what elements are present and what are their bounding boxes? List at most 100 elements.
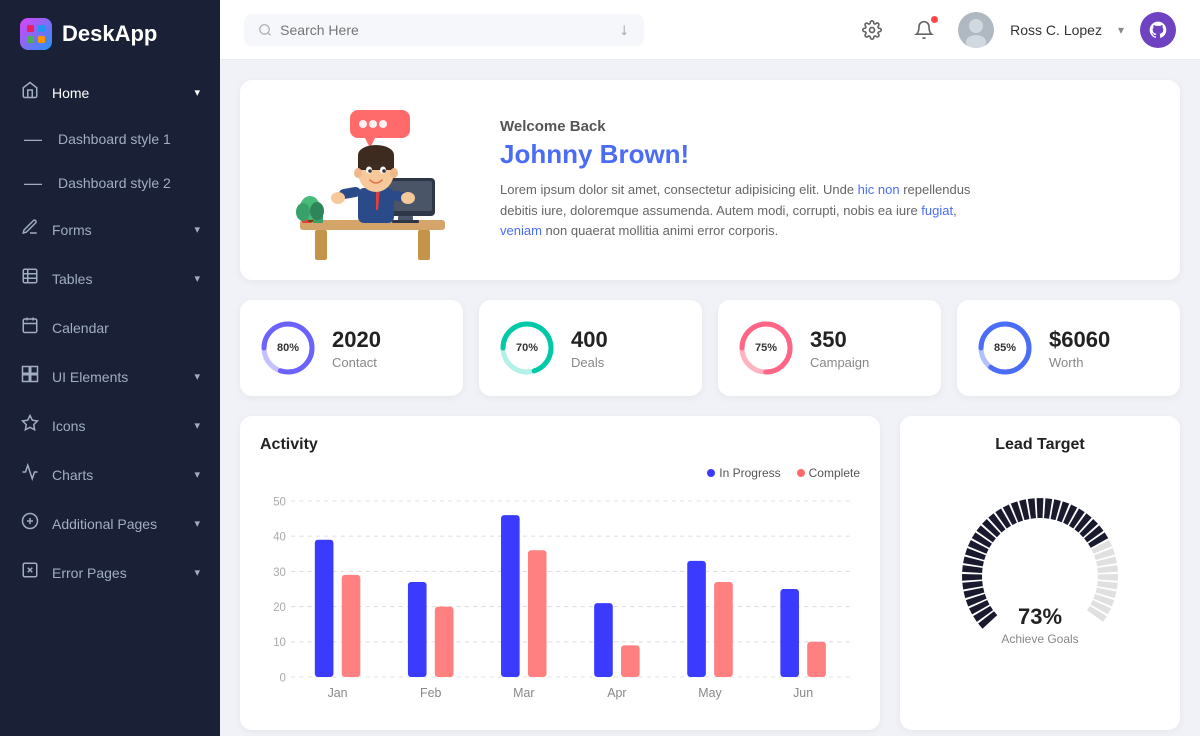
stat-info-worth: $6060 Worth — [1049, 327, 1110, 370]
sidebar-label-dashboard2: Dashboard style 2 — [58, 175, 171, 191]
welcome-link3[interactable]: veniam — [500, 223, 542, 238]
chevron-additional: ▾ — [194, 517, 200, 530]
stat-label-deals: Deals — [571, 355, 608, 370]
stat-card-deals: 70% 400 Deals — [479, 300, 702, 396]
icons-icon — [20, 414, 40, 437]
search-input[interactable] — [280, 22, 609, 38]
svg-text:0: 0 — [280, 671, 287, 684]
svg-text:May: May — [698, 684, 722, 699]
chevron-ui: ▾ — [194, 370, 200, 383]
sidebar-item-additional[interactable]: Additional Pages ▾ — [0, 499, 220, 548]
gauge-text: 73% Achieve Goals — [1001, 604, 1078, 646]
donut-deals: 70% — [499, 320, 555, 376]
sidebar-item-ui[interactable]: UI Elements ▾ — [0, 352, 220, 401]
svg-text:Jan: Jan — [328, 684, 348, 699]
welcome-banner: Welcome Back Johnny Brown! Lorem ipsum d… — [240, 80, 1180, 280]
stat-card-contact: 80% 2020 Contact — [240, 300, 463, 396]
stat-label-worth: Worth — [1049, 355, 1110, 370]
sidebar-item-dashboard2[interactable]: — Dashboard style 2 — [0, 161, 220, 205]
welcome-link1[interactable]: hic non — [858, 182, 900, 197]
ui-icon — [20, 365, 40, 388]
svg-text:20: 20 — [273, 601, 286, 614]
sidebar-item-calendar[interactable]: Calendar — [0, 303, 220, 352]
charts-icon — [20, 463, 40, 486]
lead-card: Lead Target 73% Achieve Goals — [900, 416, 1180, 730]
chevron-home: ▾ — [194, 86, 200, 99]
stat-value-worth: $6060 — [1049, 327, 1110, 353]
header-actions: Ross C. Lopez ▾ — [854, 12, 1176, 48]
svg-text:Mar: Mar — [513, 684, 535, 699]
svg-text:30: 30 — [273, 565, 286, 578]
chevron-forms: ▾ — [194, 223, 200, 236]
sidebar-label-home: Home — [52, 85, 89, 101]
download-icon — [618, 23, 630, 37]
logo-icon — [20, 18, 52, 50]
home-icon — [20, 81, 40, 104]
chevron-charts: ▾ — [194, 468, 200, 481]
additional-icon — [20, 512, 40, 535]
sidebar-item-forms[interactable]: Forms ▾ — [0, 205, 220, 254]
donut-worth: 85% — [977, 320, 1033, 376]
sidebar-item-home[interactable]: Home ▾ — [0, 68, 220, 117]
donut-label-deals: 70% — [516, 342, 538, 354]
forms-icon — [20, 218, 40, 241]
chevron-tables: ▾ — [194, 272, 200, 285]
sidebar: DeskApp Home ▾ — Dashboard style 1 — Das… — [0, 0, 220, 736]
activity-card: Activity In Progress Complete 0102030405… — [240, 416, 880, 730]
sidebar-item-icons[interactable]: Icons ▾ — [0, 401, 220, 450]
welcome-greeting: Welcome Back — [500, 118, 1000, 135]
sidebar-item-dashboard1[interactable]: — Dashboard style 1 — [0, 117, 220, 161]
search-box[interactable] — [244, 14, 644, 46]
donut-campaign: 75% — [738, 320, 794, 376]
svg-text:Feb: Feb — [420, 684, 441, 699]
welcome-text: Welcome Back Johnny Brown! Lorem ipsum d… — [500, 118, 1000, 242]
svg-text:40: 40 — [273, 530, 286, 543]
sidebar-label-additional: Additional Pages — [52, 516, 157, 532]
sidebar-label-dashboard1: Dashboard style 1 — [58, 131, 171, 147]
user-chevron[interactable]: ▾ — [1118, 23, 1124, 37]
stat-info-campaign: 350 Campaign — [810, 327, 869, 370]
search-icon — [258, 22, 272, 38]
welcome-body: Lorem ipsum dolor sit amet, consectetur … — [500, 180, 1000, 242]
gauge-pct: 73% — [1001, 604, 1078, 630]
github-button[interactable] — [1140, 12, 1176, 48]
donut-contact: 80% — [260, 320, 316, 376]
chart-legend: In Progress Complete — [260, 466, 860, 480]
chevron-icons: ▾ — [194, 419, 200, 432]
legend-complete: Complete — [797, 466, 860, 480]
sidebar-item-charts[interactable]: Charts ▾ — [0, 450, 220, 499]
user-name[interactable]: Ross C. Lopez — [1010, 22, 1102, 38]
sidebar-label-ui: UI Elements — [52, 369, 128, 385]
sidebar-item-tables[interactable]: Tables ▾ — [0, 254, 220, 303]
activity-title: Activity — [260, 436, 860, 454]
sidebar-label-tables: Tables — [52, 271, 92, 287]
welcome-illustration — [270, 100, 470, 260]
app-name: DeskApp — [62, 21, 157, 47]
settings-button[interactable] — [854, 12, 890, 48]
app-logo[interactable]: DeskApp — [0, 0, 220, 68]
donut-label-campaign: 75% — [755, 342, 777, 354]
main-area: Ross C. Lopez ▾ — [220, 0, 1200, 736]
svg-text:10: 10 — [273, 636, 286, 649]
stat-value-contact: 2020 — [332, 327, 381, 353]
welcome-name: Johnny Brown! — [500, 139, 1000, 170]
welcome-link2[interactable]: fugiat — [921, 203, 953, 218]
stat-info-deals: 400 Deals — [571, 327, 608, 370]
sidebar-label-error: Error Pages — [52, 565, 127, 581]
sidebar-label-charts: Charts — [52, 467, 93, 483]
dash-icon-2: — — [24, 174, 42, 192]
stat-label-contact: Contact — [332, 355, 381, 370]
bell-button[interactable] — [906, 12, 942, 48]
bar-chart: 01020304050JanFebMarAprMayJun — [260, 490, 860, 710]
sidebar-item-error[interactable]: Error Pages ▾ — [0, 548, 220, 597]
dash-icon-1: — — [24, 130, 42, 148]
stat-card-campaign: 75% 350 Campaign — [718, 300, 941, 396]
tables-icon — [20, 267, 40, 290]
avatar[interactable] — [958, 12, 994, 48]
content: Welcome Back Johnny Brown! Lorem ipsum d… — [220, 60, 1200, 736]
svg-text:Jun: Jun — [793, 684, 813, 699]
donut-label-contact: 80% — [277, 342, 299, 354]
error-icon — [20, 561, 40, 584]
svg-text:Apr: Apr — [607, 684, 627, 699]
sidebar-label-forms: Forms — [52, 222, 92, 238]
